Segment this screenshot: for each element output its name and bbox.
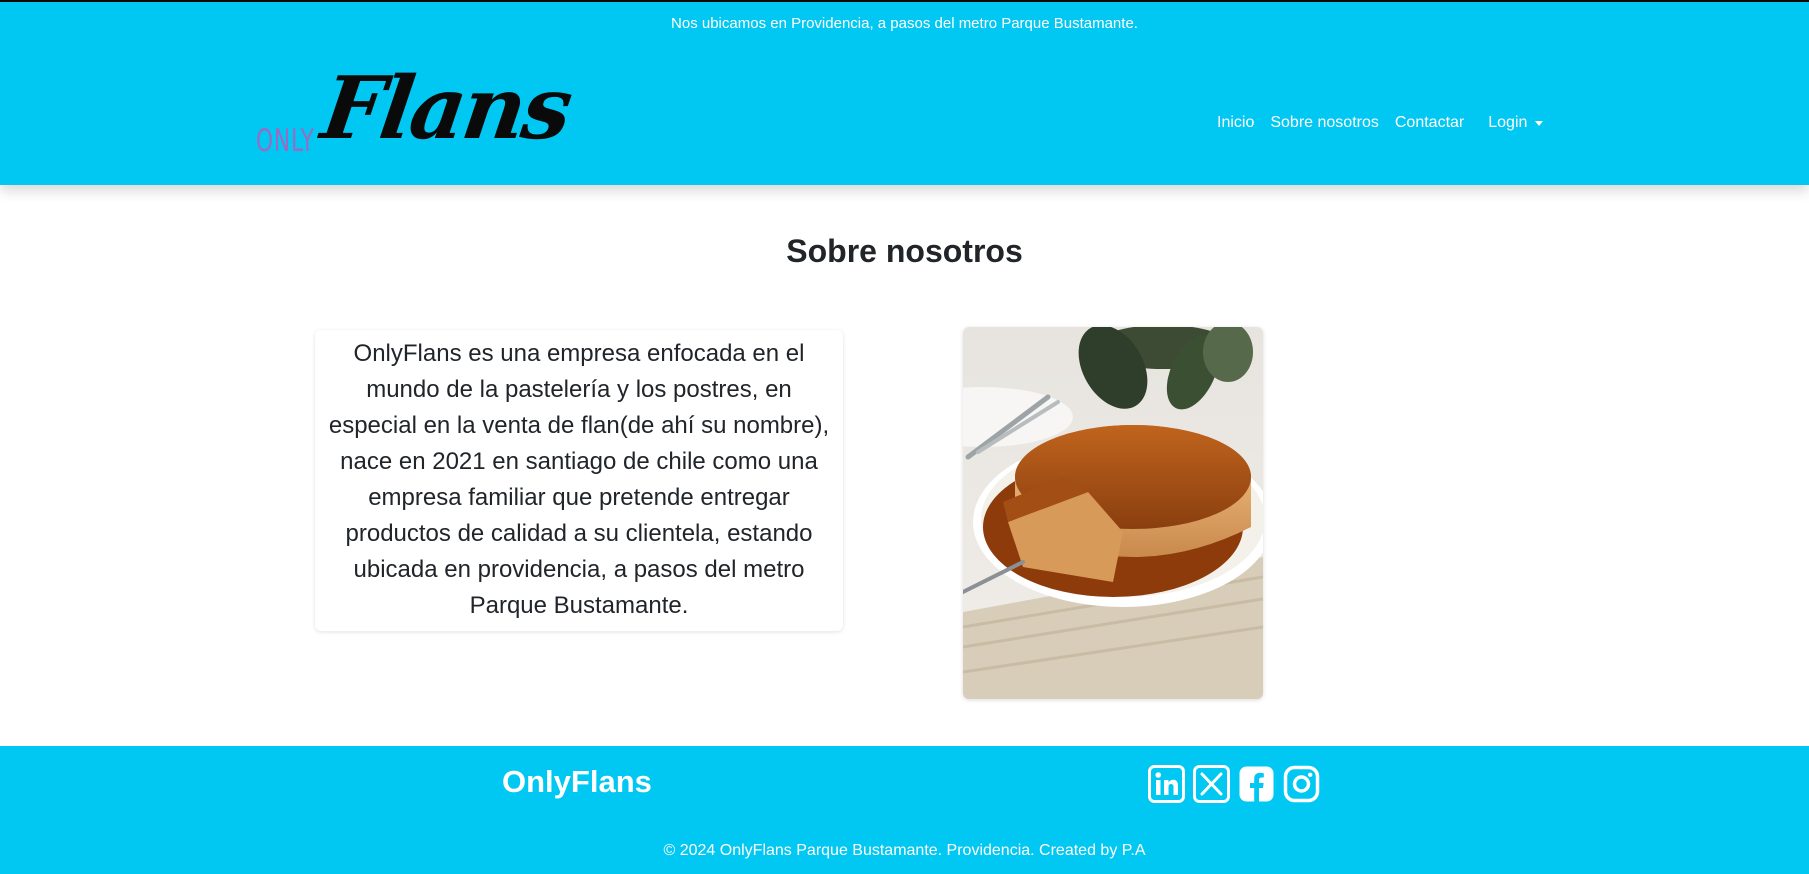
about-card: OnlyFlans es una empresa enfocada en el … bbox=[315, 330, 843, 631]
nav-link-inicio[interactable]: Inicio bbox=[1217, 114, 1254, 132]
page-title: Sobre nosotros bbox=[786, 233, 1023, 269]
social-links bbox=[1148, 765, 1328, 803]
brand-logo[interactable]: ONLY Flans bbox=[253, 58, 576, 172]
footer-brand: OnlyFlans bbox=[502, 764, 652, 799]
main-nav: Inicio Sobre nosotros Contactar Login bbox=[1217, 114, 1544, 132]
facebook-icon[interactable] bbox=[1238, 765, 1275, 803]
announcement-bar: Nos ubicamos en Providencia, a pasos del… bbox=[671, 15, 1138, 32]
linkedin-icon[interactable] bbox=[1148, 765, 1185, 803]
site-header: Nos ubicamos en Providencia, a pasos del… bbox=[0, 0, 1809, 185]
copyright-text: © 2024 OnlyFlans Parque Bustamante. Prov… bbox=[663, 842, 1146, 859]
flan-image bbox=[963, 327, 1263, 699]
nav-link-contactar[interactable]: Contactar bbox=[1395, 114, 1464, 132]
chevron-down-icon bbox=[1535, 120, 1544, 126]
x-twitter-icon[interactable] bbox=[1193, 765, 1230, 803]
logo-flans-text: Flans bbox=[315, 58, 576, 159]
about-text: OnlyFlans es una empresa enfocada en el … bbox=[328, 340, 830, 619]
login-label: Login bbox=[1488, 114, 1528, 131]
logo-only-text: ONLY bbox=[256, 123, 315, 159]
instagram-icon[interactable] bbox=[1283, 765, 1320, 803]
nav-link-sobre-nosotros[interactable]: Sobre nosotros bbox=[1270, 114, 1379, 132]
login-dropdown[interactable]: Login bbox=[1488, 114, 1544, 132]
site-footer: OnlyFlans © 2024 OnlyFlans Parque Bustam… bbox=[0, 746, 1809, 874]
